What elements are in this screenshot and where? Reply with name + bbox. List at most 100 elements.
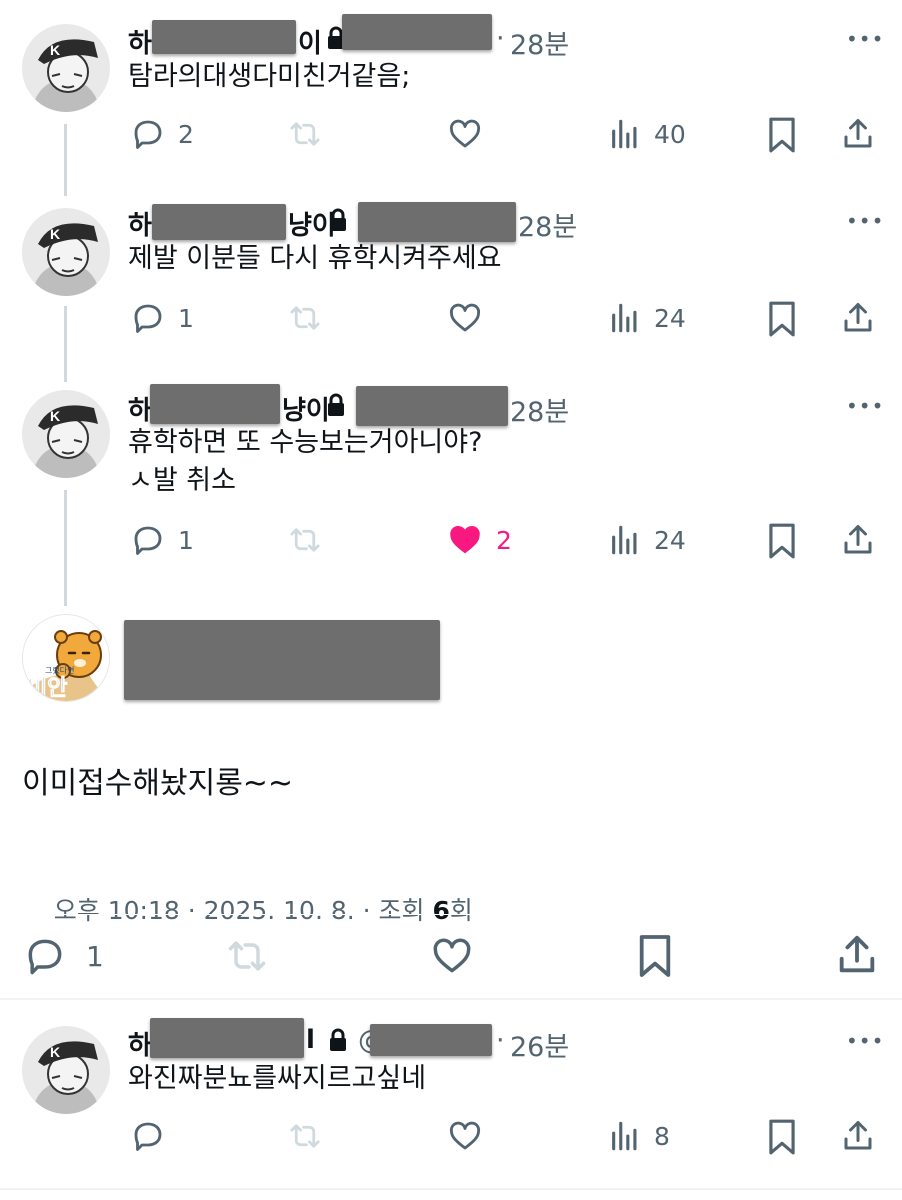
svg-text:K: K: [50, 226, 60, 242]
lock-icon: [328, 393, 344, 416]
main-retweet-button[interactable]: [222, 934, 272, 978]
divider: [0, 998, 902, 1000]
reply-icon: [134, 120, 162, 149]
main-like-button[interactable]: [428, 934, 476, 978]
redacted-name: [152, 20, 296, 54]
share-icon: [844, 119, 872, 148]
retweet-button[interactable]: [286, 116, 324, 152]
svg-text:K: K: [50, 408, 60, 424]
like-icon-filled: [450, 525, 480, 554]
main-share-button[interactable]: [834, 932, 880, 978]
share-button[interactable]: [840, 116, 876, 152]
avatar[interactable]: K: [22, 24, 110, 112]
retweet-icon: [290, 306, 320, 330]
timestamp[interactable]: 28분: [510, 23, 569, 62]
display-name-end[interactable]: 이: [298, 23, 322, 60]
retweet-button[interactable]: [286, 1118, 324, 1154]
display-name-end[interactable]: l: [306, 1025, 315, 1055]
more-icon[interactable]: •••: [846, 209, 884, 233]
reply-button[interactable]: 1: [130, 522, 194, 558]
more-icon[interactable]: •••: [846, 394, 884, 418]
post-timestamp-date[interactable]: 오후 10:18 · 2025. 10. 8. · 조회: [54, 896, 433, 925]
display-name-start[interactable]: 하: [128, 205, 152, 242]
share-icon: [844, 1121, 872, 1150]
share-icon: [844, 303, 872, 332]
share-icon: [839, 935, 875, 973]
avatar[interactable]: K: [22, 390, 110, 478]
timestamp[interactable]: 28분: [510, 390, 569, 429]
like-icon: [449, 119, 481, 148]
display-name-start[interactable]: 하: [128, 1025, 152, 1062]
display-name-start[interactable]: 하: [128, 390, 152, 427]
bookmark-icon: [769, 301, 795, 337]
redacted-name: [152, 204, 286, 240]
bookmark-button[interactable]: [766, 300, 798, 338]
timestamp[interactable]: 28분: [518, 205, 577, 244]
views-icon: [612, 119, 637, 149]
view-count: 24: [654, 303, 686, 333]
views-button[interactable]: 8: [608, 1118, 670, 1154]
like-button[interactable]: [446, 1118, 484, 1154]
divider: [0, 914, 902, 915]
bookmark-icon: [769, 117, 795, 153]
lock-icon: [330, 1028, 346, 1051]
views-icon: [612, 1121, 637, 1151]
redacted-handle: [342, 14, 492, 50]
more-icon[interactable]: •••: [846, 1029, 884, 1053]
retweet-button[interactable]: [286, 522, 324, 558]
view-count-bold: 6: [432, 896, 450, 925]
views-button[interactable]: 24: [608, 300, 686, 336]
views-icon: [612, 303, 637, 333]
like-button[interactable]: [446, 300, 484, 336]
svg-text:그랬다면: 그랬다면: [45, 665, 74, 675]
tweet-text: 제발 이분들 다시 휴학시켜주세요: [128, 243, 502, 274]
share-button[interactable]: [840, 522, 876, 558]
share-button[interactable]: [840, 300, 876, 336]
svg-text:미안: 미안: [27, 675, 67, 700]
bookmark-icon: [769, 523, 795, 559]
display-name-end[interactable]: 냥이: [282, 390, 330, 427]
bookmark-button[interactable]: [766, 522, 798, 560]
views-button[interactable]: 40: [608, 116, 686, 152]
like-icon: [449, 303, 481, 332]
timestamp[interactable]: 26분: [510, 1025, 569, 1064]
avatar[interactable]: K: [22, 208, 110, 296]
reply-button[interactable]: 2: [130, 116, 194, 152]
like-icon: [433, 938, 471, 973]
avatar[interactable]: K: [22, 1026, 110, 1114]
bookmark-button[interactable]: [766, 116, 798, 154]
more-icon[interactable]: •••: [846, 27, 884, 51]
retweet-icon: [228, 941, 266, 971]
main-reply-button[interactable]: 1: [22, 934, 104, 978]
view-count: 40: [654, 119, 686, 149]
redacted-author: [124, 620, 440, 700]
main-avatar[interactable]: 그랬다면 미안: [22, 614, 110, 702]
retweet-icon: [290, 122, 320, 146]
view-count: 24: [654, 525, 686, 555]
reply-icon: [134, 304, 162, 333]
redacted-name: [150, 1018, 304, 1058]
reply-icon: [28, 939, 62, 975]
view-count-suffix: 회: [449, 896, 473, 925]
main-bookmark-button[interactable]: [636, 932, 674, 980]
like-button[interactable]: 2: [446, 522, 512, 558]
main-reply-count: 1: [86, 939, 104, 973]
reply-button[interactable]: 1: [130, 300, 194, 336]
thread-line: [64, 124, 67, 196]
display-name-start[interactable]: 하: [128, 23, 152, 60]
tweet-text: 휴학하면 또 수능보는거아니야? ㅅ발 취소: [128, 427, 483, 496]
reply-button[interactable]: [130, 1118, 166, 1154]
views-button[interactable]: 24: [608, 522, 686, 558]
bookmark-button[interactable]: [766, 1118, 798, 1156]
timestamp-dot: ·: [496, 23, 505, 54]
share-button[interactable]: [840, 1118, 876, 1154]
redacted-handle: [370, 1024, 492, 1056]
lock-icon: [330, 208, 346, 231]
view-count: 8: [654, 1121, 670, 1151]
views-icon: [612, 525, 637, 555]
like-icon: [449, 1121, 481, 1150]
retweet-button[interactable]: [286, 300, 324, 336]
tweet-text: 와진짜분뇨를싸지르고싶네: [128, 1063, 427, 1094]
thread-line: [64, 490, 67, 606]
like-button[interactable]: [446, 116, 484, 152]
